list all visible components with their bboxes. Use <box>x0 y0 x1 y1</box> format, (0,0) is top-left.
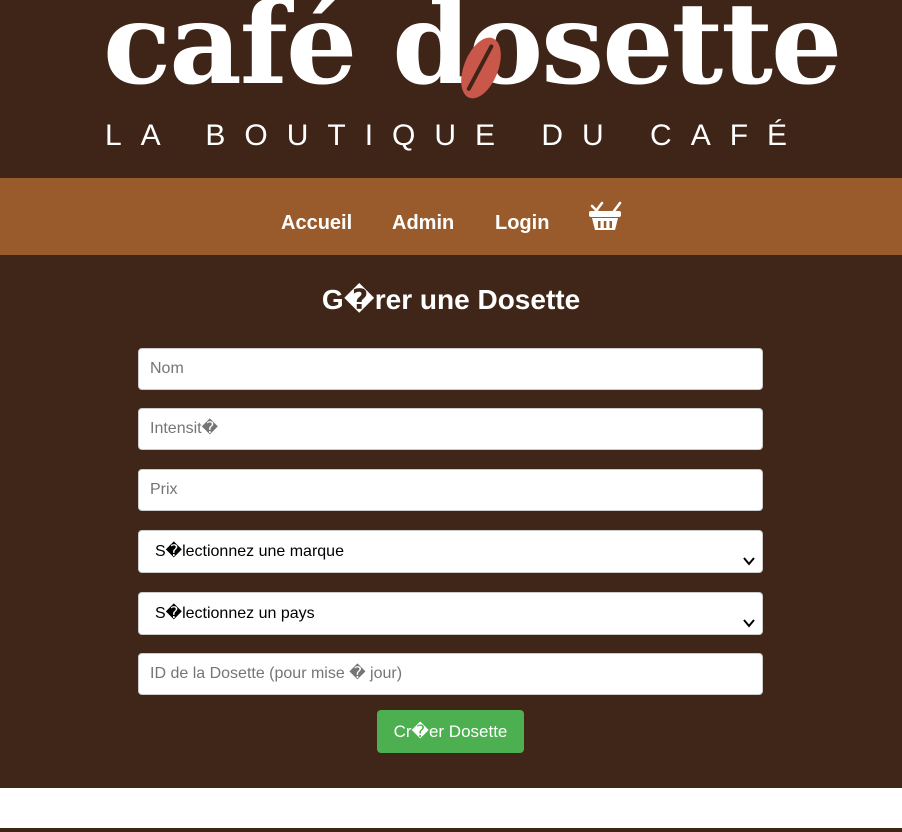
brand-logo[interactable]: café dosette LA BOUTIQUE DU CAFÉ <box>0 0 902 178</box>
logo-tagline: LA BOUTIQUE DU CAFÉ <box>105 119 807 152</box>
country-select[interactable]: S�lectionnez un pays <box>138 592 763 635</box>
country-select-value: S�lectionnez un pays <box>155 605 315 622</box>
shopping-basket-icon[interactable] <box>588 200 622 232</box>
name-input[interactable] <box>138 348 763 390</box>
bottom-divider <box>0 828 902 832</box>
logo-wordmark: café dosette <box>103 0 842 110</box>
manage-dosette-section: G�rer une Dosette S�lectionnez une marqu… <box>0 255 902 788</box>
nav-link-login[interactable]: Login <box>495 210 549 236</box>
brand-select[interactable]: S�lectionnez une marque <box>138 530 763 573</box>
brand-select-value: S�lectionnez une marque <box>155 543 344 560</box>
chevron-down-icon <box>742 543 756 566</box>
price-input[interactable] <box>138 469 763 511</box>
dosette-id-input[interactable] <box>138 653 763 695</box>
chevron-down-icon <box>742 605 756 628</box>
page-footer <box>0 788 902 828</box>
create-dosette-button[interactable]: Cr�er Dosette <box>377 710 524 753</box>
page-title: G�rer une Dosette <box>321 284 581 315</box>
main-navigation: Accueil Admin Login <box>0 178 902 255</box>
nav-link-accueil[interactable]: Accueil <box>281 210 352 236</box>
intensity-input[interactable] <box>138 408 763 450</box>
site-header: café dosette LA BOUTIQUE DU CAFÉ <box>0 0 902 178</box>
nav-link-admin[interactable]: Admin <box>392 210 454 236</box>
